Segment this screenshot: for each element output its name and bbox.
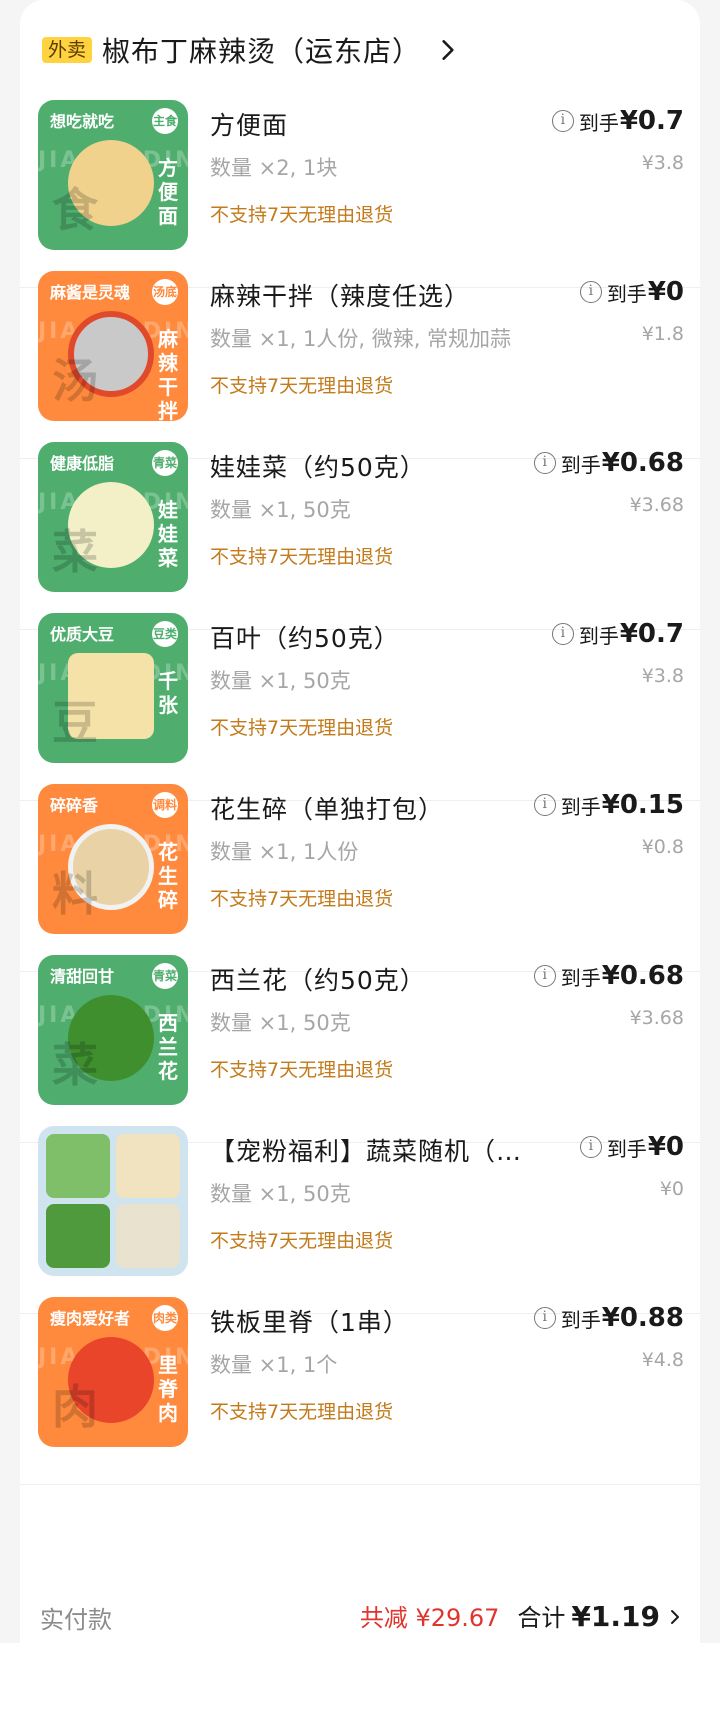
product-image: JIAOBUDING 碎碎香 调料 花生碎 料 — [38, 784, 188, 934]
original-price: ¥3.8 — [641, 665, 684, 687]
item-price: i 到手 ¥0.68 — [533, 961, 684, 991]
order-item[interactable]: JIAOBUDING 麻酱是灵魂 汤底 麻辣干拌 汤 麻辣干拌（辣度任选） 数量… — [20, 271, 700, 459]
item-name: 西兰花（约50克） — [210, 966, 426, 995]
order-item[interactable]: JIAOBUDING 碎碎香 调料 花生碎 料 花生碎（单独打包） 数量 ×1,… — [20, 784, 700, 972]
order-item[interactable]: JIAOBUDING 健康低脂 青菜 娃娃菜 菜 娃娃菜（约50克） 数量 ×1… — [20, 442, 700, 630]
return-policy: 不支持7天无理由退货 — [210, 888, 394, 910]
return-policy: 不支持7天无理由退货 — [210, 546, 394, 568]
product-image: JIAOBUDING 健康低脂 青菜 娃娃菜 菜 — [38, 442, 188, 592]
return-policy: 不支持7天无理由退货 — [210, 717, 394, 739]
info-icon[interactable]: i — [533, 1307, 556, 1329]
price-label: 到手 — [606, 1136, 647, 1161]
item-name: 花生碎（单独打包） — [210, 795, 445, 824]
divider — [20, 1484, 700, 1485]
chevron-right-icon[interactable] — [435, 37, 461, 63]
price-label: 到手 — [560, 965, 601, 990]
price-label: 到手 — [560, 452, 601, 477]
price-label: 到手 — [560, 794, 601, 819]
return-policy: 不支持7天无理由退货 — [210, 1230, 394, 1252]
item-spec: 数量 ×1, 1人份, 微辣, 常规加蒜 — [210, 327, 512, 351]
original-price: ¥3.68 — [629, 494, 684, 516]
info-icon[interactable]: i — [551, 110, 574, 132]
order-item[interactable]: JIAOBUDING 瘦肉爱好者 肉类 里脊肉 肉 铁板里脊（1串） 数量 ×1… — [20, 1297, 700, 1485]
info-icon[interactable]: i — [533, 452, 556, 474]
original-price: ¥1.8 — [641, 323, 684, 345]
item-spec: 数量 ×1, 50克 — [210, 498, 351, 522]
item-name: 【宠粉福利】蔬菜随机（每… — [210, 1137, 530, 1166]
order-item[interactable]: JIAOBUDING 清甜回甘 青菜 西兰花 菜 西兰花（约50克） 数量 ×1… — [20, 955, 700, 1143]
product-image: JIAOBUDING 优质大豆 豆类 千张 豆 — [38, 613, 188, 763]
item-price: i 到手 ¥0 — [579, 277, 684, 307]
item-name: 铁板里脊（1串） — [210, 1308, 409, 1337]
info-icon[interactable]: i — [533, 794, 556, 816]
price-amount: ¥0.7 — [619, 106, 684, 136]
total-amount: ¥1.19 — [571, 1600, 660, 1633]
item-price: i 到手 ¥0.68 — [533, 448, 684, 478]
product-image: JIAOBUDING 麻酱是灵魂 汤底 麻辣干拌 汤 — [38, 271, 188, 421]
original-price: ¥0 — [659, 1178, 684, 1200]
shop-name[interactable]: 椒布丁麻辣烫（运东店） — [102, 30, 421, 70]
original-price: ¥3.8 — [641, 152, 684, 174]
item-price: i 到手 ¥0.7 — [551, 619, 684, 649]
bottom-area — [0, 1643, 720, 1729]
payment-summary[interactable]: 实付款 共减 ¥29.67 合计 ¥1.19 — [20, 1588, 700, 1643]
item-name: 方便面 — [210, 111, 289, 140]
product-image: JIAOBUDING 瘦肉爱好者 肉类 里脊肉 肉 — [38, 1297, 188, 1447]
chevron-right-icon[interactable] — [666, 1608, 684, 1626]
price-label: 到手 — [606, 281, 647, 306]
info-icon[interactable]: i — [533, 965, 556, 987]
item-spec: 数量 ×1, 50克 — [210, 1182, 351, 1206]
return-policy: 不支持7天无理由退货 — [210, 1059, 394, 1081]
item-spec: 数量 ×1, 1人份 — [210, 840, 359, 864]
info-icon[interactable]: i — [579, 281, 602, 303]
item-name: 百叶（约50克） — [210, 624, 400, 653]
return-policy: 不支持7天无理由退货 — [210, 1401, 394, 1423]
info-icon[interactable]: i — [579, 1136, 602, 1158]
product-image — [38, 1126, 188, 1276]
product-image: JIAOBUDING 清甜回甘 青菜 西兰花 菜 — [38, 955, 188, 1105]
total-label: 合计 — [517, 1604, 566, 1632]
order-item[interactable]: JIAOBUDING 优质大豆 豆类 千张 豆 百叶（约50克） 数量 ×1, … — [20, 613, 700, 801]
info-icon[interactable]: i — [551, 623, 574, 645]
price-label: 到手 — [560, 1307, 601, 1332]
item-price: i 到手 ¥0.7 — [551, 106, 684, 136]
order-item[interactable]: JIAOBUDING 想吃就吃 主食 方便面 食 方便面 数量 ×2, 1块 不… — [20, 100, 700, 288]
original-price: ¥0.8 — [641, 836, 684, 858]
item-price: i 到手 ¥0.88 — [533, 1303, 684, 1333]
item-name: 娃娃菜（约50克） — [210, 453, 426, 482]
original-price: ¥4.8 — [641, 1349, 684, 1371]
item-spec: 数量 ×2, 1块 — [210, 156, 338, 180]
order-card: 外卖 椒布丁麻辣烫（运东店） JIAOBUDING 想吃就吃 主食 方便面 食 … — [20, 0, 700, 1643]
discount-total: 共减 ¥29.67 — [359, 1604, 500, 1632]
delivery-tag: 外卖 — [42, 37, 93, 63]
item-spec: 数量 ×1, 1个 — [210, 1353, 338, 1377]
item-price: i 到手 ¥0.15 — [533, 790, 684, 820]
item-spec: 数量 ×1, 50克 — [210, 669, 351, 693]
price-amount: ¥0.68 — [601, 448, 684, 478]
item-price: i 到手 ¥0 — [579, 1132, 684, 1162]
return-policy: 不支持7天无理由退货 — [210, 375, 394, 397]
price-amount: ¥0 — [647, 277, 684, 307]
original-price: ¥3.68 — [629, 1007, 684, 1029]
price-amount: ¥0.68 — [601, 961, 684, 991]
price-label: 到手 — [578, 623, 619, 648]
price-amount: ¥0 — [647, 1132, 684, 1162]
order-item[interactable]: 【宠粉福利】蔬菜随机（每… 数量 ×1, 50克 不支持7天无理由退货 i 到手… — [20, 1126, 700, 1314]
price-label: 到手 — [578, 110, 619, 135]
return-policy: 不支持7天无理由退货 — [210, 204, 394, 226]
price-amount: ¥0.7 — [619, 619, 684, 649]
price-amount: ¥0.88 — [601, 1303, 684, 1333]
price-amount: ¥0.15 — [601, 790, 684, 820]
item-name: 麻辣干拌（辣度任选） — [210, 282, 471, 311]
item-spec: 数量 ×1, 50克 — [210, 1011, 351, 1035]
paid-label: 实付款 — [40, 1606, 112, 1634]
shop-header[interactable]: 外卖 椒布丁麻辣烫（运东店） — [42, 30, 461, 70]
product-image: JIAOBUDING 想吃就吃 主食 方便面 食 — [38, 100, 188, 250]
